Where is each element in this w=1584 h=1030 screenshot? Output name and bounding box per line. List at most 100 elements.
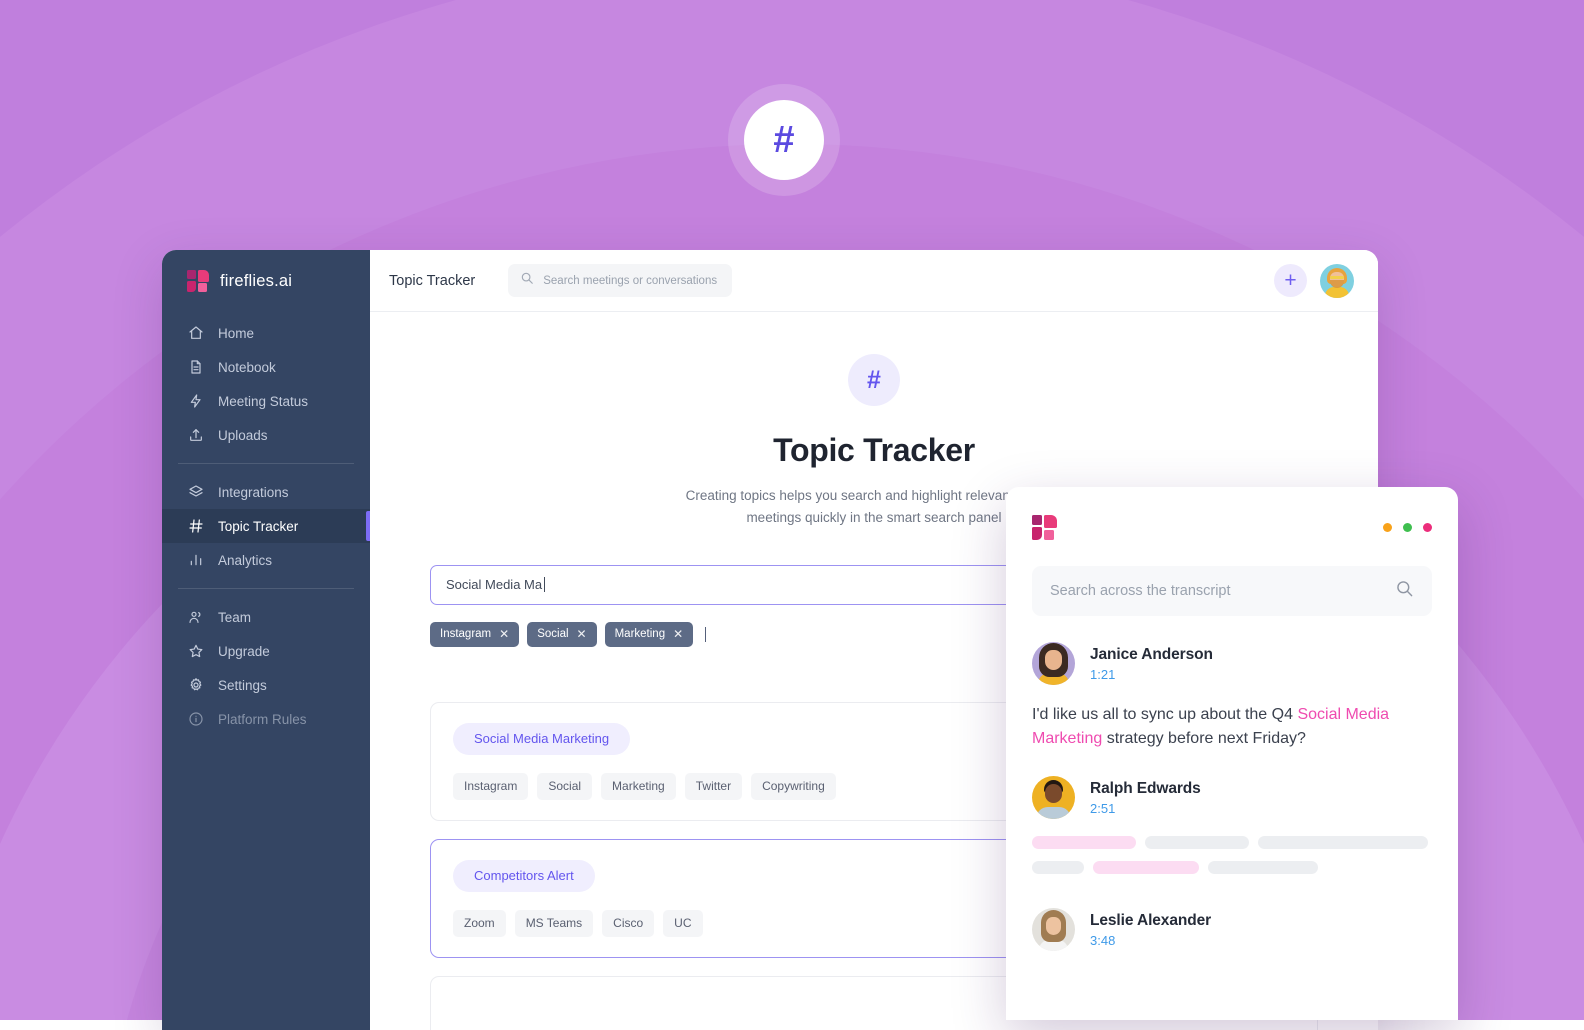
- page-title: Topic Tracker: [389, 273, 475, 289]
- sidebar-item-label: Platform Rules: [218, 712, 307, 727]
- transcript-entry-header: Janice Anderson 1:21: [1032, 642, 1432, 685]
- dot-orange[interactable]: [1383, 523, 1392, 532]
- text-caret: [544, 577, 545, 592]
- skeleton-bar: [1032, 861, 1084, 874]
- close-icon[interactable]: ✕: [673, 627, 683, 641]
- sidebar-item-integrations[interactable]: Integrations: [162, 475, 370, 509]
- sidebar-item-settings[interactable]: Settings: [162, 668, 370, 702]
- transcript-entry: Ralph Edwards 2:51: [1032, 776, 1432, 874]
- upload-icon: [187, 427, 204, 444]
- add-topic-button[interactable]: +: [1274, 264, 1307, 297]
- keyword-chip[interactable]: Instagram ✕: [430, 622, 519, 647]
- topic-name-pill[interactable]: Social Media Marketing: [453, 723, 630, 755]
- topic-keyword[interactable]: Copywriting: [751, 773, 836, 800]
- fireflies-logo-icon: [1032, 515, 1057, 540]
- sidebar-group-1: Home Notebook Meeting Status Uploads: [162, 312, 370, 456]
- sidebar-item-upgrade[interactable]: Upgrade: [162, 634, 370, 668]
- avatar: [1032, 776, 1075, 819]
- transcript-entry: Janice Anderson 1:21 I'd like us all to …: [1032, 642, 1432, 750]
- close-icon[interactable]: ✕: [577, 627, 587, 641]
- sidebar-item-label: Home: [218, 326, 254, 341]
- topic-keyword[interactable]: Marketing: [601, 773, 676, 800]
- hero-title: Topic Tracker: [370, 432, 1378, 469]
- avatar: [1032, 642, 1075, 685]
- hash-icon: [187, 518, 204, 535]
- transcript-entry-header: Leslie Alexander 3:48: [1032, 908, 1432, 951]
- search-input[interactable]: Search meetings or conversations: [508, 264, 732, 297]
- timestamp[interactable]: 1:21: [1090, 667, 1213, 682]
- avatar: [1032, 908, 1075, 951]
- sidebar-item-platform-rules[interactable]: Platform Rules: [162, 702, 370, 736]
- transcript-text-before: I'd like us all to sync up about the Q4: [1032, 706, 1297, 723]
- topic-name-pill[interactable]: Competitors Alert: [453, 860, 595, 892]
- sidebar-item-label: Notebook: [218, 360, 276, 375]
- topic-keyword[interactable]: Zoom: [453, 910, 506, 937]
- keyword-chip[interactable]: Social ✕: [527, 622, 596, 647]
- sidebar-item-label: Integrations: [218, 485, 289, 500]
- transcript-search-placeholder: Search across the transcript: [1050, 583, 1395, 599]
- transcript-search-input[interactable]: Search across the transcript: [1032, 566, 1432, 616]
- search-icon[interactable]: [1395, 579, 1414, 603]
- gear-icon: [187, 677, 204, 694]
- window-dots: [1383, 523, 1432, 532]
- transcript-panel: Search across the transcript Janice Ande…: [1006, 487, 1458, 1020]
- hash-badge-glyph: #: [773, 121, 794, 159]
- speaker-name: Leslie Alexander: [1090, 912, 1211, 930]
- timestamp[interactable]: 2:51: [1090, 801, 1201, 816]
- chart-icon: [187, 552, 204, 569]
- timestamp[interactable]: 3:48: [1090, 933, 1211, 948]
- topic-keyword[interactable]: Twitter: [685, 773, 742, 800]
- sidebar-item-label: Analytics: [218, 553, 272, 568]
- skeleton-bar: [1208, 861, 1318, 874]
- user-avatar[interactable]: [1320, 264, 1354, 298]
- sidebar-item-label: Upgrade: [218, 644, 270, 659]
- brand-name: fireflies.ai: [220, 272, 292, 291]
- keyword-chip-label: Marketing: [615, 628, 666, 640]
- topic-keyword[interactable]: Social: [537, 773, 592, 800]
- sidebar-item-label: Team: [218, 610, 251, 625]
- keyword-chip-label: Social: [537, 628, 568, 640]
- dot-green[interactable]: [1403, 523, 1412, 532]
- sidebar: fireflies.ai Home Notebook Meeting Statu…: [162, 250, 370, 1030]
- topbar: Topic Tracker Search meetings or convers…: [370, 250, 1378, 312]
- home-icon: [187, 325, 204, 342]
- hero-hash-icon: #: [848, 354, 900, 406]
- transcript-skeleton: [1032, 836, 1432, 874]
- keyword-chip-label: Instagram: [440, 628, 491, 640]
- sidebar-item-meeting-status[interactable]: Meeting Status: [162, 384, 370, 418]
- sidebar-item-team[interactable]: Team: [162, 600, 370, 634]
- sidebar-item-topic-tracker[interactable]: Topic Tracker: [162, 509, 370, 543]
- bolt-icon: [187, 393, 204, 410]
- topic-keyword[interactable]: UC: [663, 910, 702, 937]
- people-icon: [187, 609, 204, 626]
- keyword-chip[interactable]: Marketing ✕: [605, 622, 694, 647]
- skeleton-row: [1032, 861, 1432, 874]
- transcript-entry-header: Ralph Edwards 2:51: [1032, 776, 1432, 819]
- sidebar-item-analytics[interactable]: Analytics: [162, 543, 370, 577]
- star-icon: [187, 643, 204, 660]
- speaker-name: Ralph Edwards: [1090, 780, 1201, 798]
- dot-pink[interactable]: [1423, 523, 1432, 532]
- skeleton-bar: [1258, 836, 1428, 849]
- sidebar-group-2: Integrations Topic Tracker Analytics: [162, 471, 370, 581]
- topic-keyword[interactable]: MS Teams: [515, 910, 593, 937]
- brand[interactable]: fireflies.ai: [162, 250, 370, 312]
- transcript-text-after: strategy before next Friday?: [1102, 730, 1306, 747]
- transcript-entry: Leslie Alexander 3:48: [1032, 908, 1432, 951]
- topic-keyword[interactable]: Instagram: [453, 773, 528, 800]
- plus-icon: +: [1284, 270, 1296, 291]
- topic-keyword[interactable]: Cisco: [602, 910, 654, 937]
- sidebar-item-label: Uploads: [218, 428, 268, 443]
- search-icon: [520, 271, 534, 290]
- skeleton-row: [1032, 836, 1432, 849]
- skeleton-bar: [1093, 861, 1199, 874]
- skeleton-bar: [1145, 836, 1249, 849]
- layers-icon: [187, 484, 204, 501]
- close-icon[interactable]: ✕: [499, 627, 509, 641]
- sidebar-item-label: Settings: [218, 678, 267, 693]
- sidebar-item-notebook[interactable]: Notebook: [162, 350, 370, 384]
- transcript-panel-header: [1032, 515, 1432, 540]
- notebook-icon: [187, 359, 204, 376]
- sidebar-item-home[interactable]: Home: [162, 316, 370, 350]
- sidebar-item-uploads[interactable]: Uploads: [162, 418, 370, 452]
